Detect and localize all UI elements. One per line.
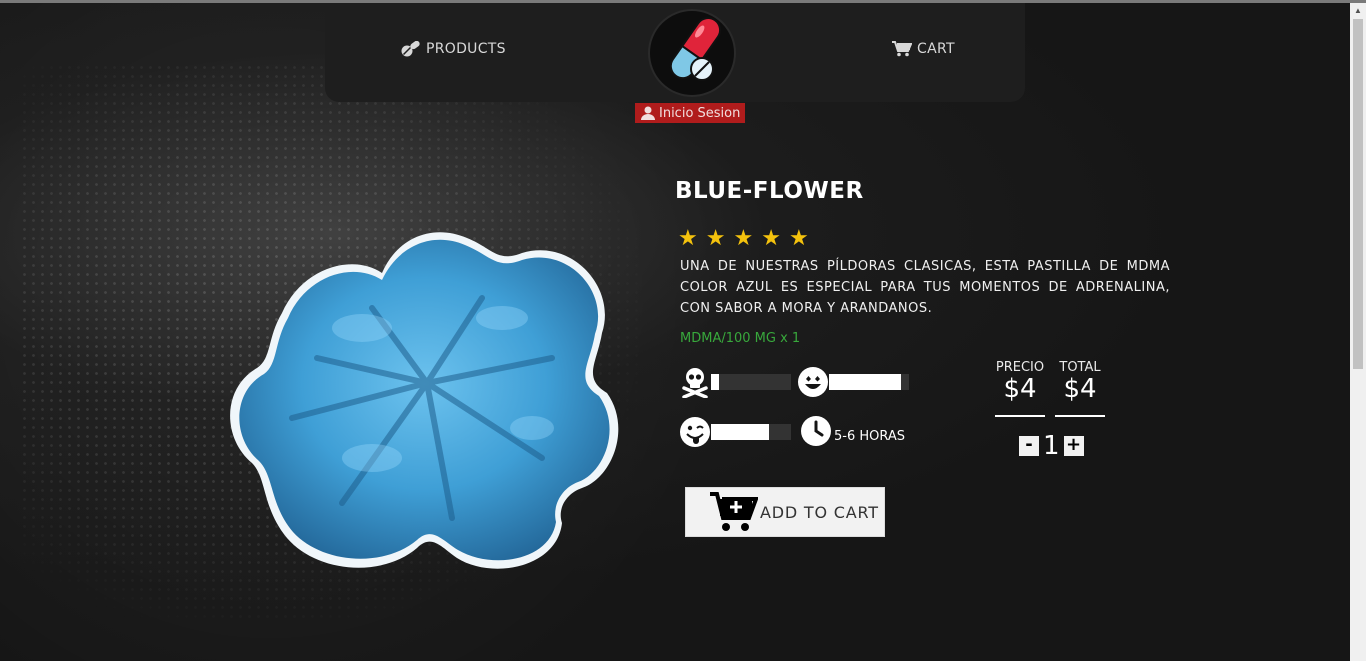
clock-icon: [801, 416, 831, 446]
duration-text: 5-6 HORAS: [834, 428, 906, 444]
star-icon: ★: [678, 225, 698, 250]
crazy-level-bar: [711, 424, 791, 440]
logo[interactable]: [648, 9, 736, 97]
nav-products-link[interactable]: PRODUCTS: [401, 41, 506, 57]
effect-happy: [797, 366, 909, 398]
danger-level-fill: [711, 374, 719, 390]
navbar: PRODUCTS CART: [325, 3, 1025, 102]
product-title: BLUE-FLOWER: [675, 178, 864, 204]
effect-danger: [679, 366, 791, 398]
product-dose: MDMA/100 MG x 1: [680, 331, 801, 346]
price-block: PRECIO $4: [995, 360, 1045, 417]
scroll-thumb[interactable]: [1353, 19, 1363, 369]
product-image: [230, 232, 619, 569]
total-label: TOTAL: [1059, 360, 1101, 375]
price-value: $4: [1003, 374, 1037, 404]
price-label: PRECIO: [995, 360, 1045, 375]
quantity-stepper: - 1 +: [1019, 432, 1084, 460]
happy-level-fill: [829, 374, 901, 390]
effect-crazy: [679, 416, 791, 448]
happy-level-bar: [829, 374, 909, 390]
total-underline: [1055, 415, 1105, 417]
star-icon: ★: [761, 225, 781, 250]
add-to-cart-button[interactable]: ADD TO CART: [685, 487, 885, 537]
danger-level-bar: [711, 374, 791, 390]
pills-icon: [401, 41, 420, 57]
star-icon: ★: [788, 225, 809, 250]
decrease-quantity-button[interactable]: -: [1019, 436, 1039, 456]
total-value: $4: [1063, 374, 1097, 404]
user-icon: [641, 106, 655, 120]
nav-cart-label: CART: [917, 41, 955, 57]
increase-quantity-button[interactable]: +: [1063, 436, 1084, 456]
star-icon: ★: [705, 225, 726, 250]
login-button[interactable]: Inicio Sesion: [635, 103, 745, 123]
star-icon: ★: [733, 225, 754, 250]
cart-icon: [892, 41, 912, 57]
rating-stars: ★ ★ ★ ★ ★: [678, 227, 809, 249]
price-underline: [995, 415, 1045, 417]
scroll-up-arrow-icon[interactable]: ▲: [1350, 3, 1366, 19]
effect-duration: 5-6 HORAS: [800, 415, 905, 447]
nav-cart-link[interactable]: CART: [892, 41, 955, 57]
nav-products-label: PRODUCTS: [426, 41, 506, 57]
cart-plus-icon: [710, 492, 758, 531]
skull-crossbones-icon: [682, 368, 708, 398]
scrollbar[interactable]: ▲: [1350, 3, 1366, 661]
crazy-level-fill: [711, 424, 769, 440]
login-label: Inicio Sesion: [659, 105, 741, 121]
pill-logo-icon: [669, 17, 722, 81]
grin-hearts-icon: [798, 367, 828, 397]
add-to-cart-label: ADD TO CART: [760, 502, 879, 522]
grin-tongue-wink-icon: [680, 417, 710, 447]
total-block: TOTAL $4: [1055, 360, 1105, 417]
product-description: UNA DE NUESTRAS PÍLDORAS CLASICAS, ESTA …: [680, 259, 1170, 316]
quantity-value: 1: [1043, 431, 1060, 461]
